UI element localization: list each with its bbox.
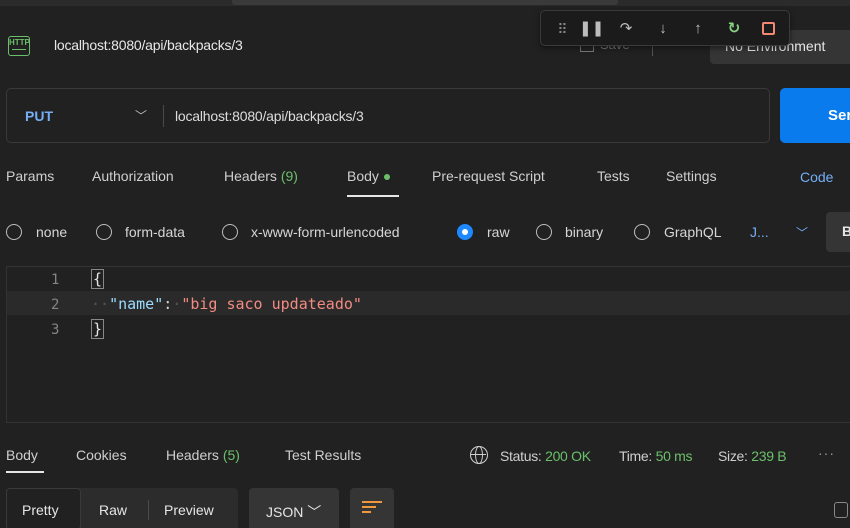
size-value: 239 B	[751, 448, 787, 464]
restart-icon[interactable]: ↻	[725, 20, 743, 38]
step-into-icon[interactable]: ↓	[654, 20, 672, 38]
radio-raw[interactable]	[457, 224, 473, 240]
radio-urlencoded[interactable]	[222, 224, 238, 240]
response-size[interactable]: Size: 239 B	[718, 448, 787, 464]
radio-none[interactable]	[6, 224, 22, 240]
chevron-down-icon[interactable]: ﹀	[796, 224, 808, 241]
wrap-lines-icon	[362, 501, 382, 515]
body-type-options: none form-data x-www-form-urlencoded raw…	[0, 220, 850, 250]
tab-body-label: Body	[347, 168, 379, 184]
divider	[163, 105, 164, 127]
time-label: Time:	[619, 448, 652, 464]
view-pretty-button[interactable]: Pretty	[22, 502, 59, 518]
response-time[interactable]: Time: 50 ms	[619, 448, 693, 464]
code-line-2[interactable]: ··"name":·"big saco updateado"	[91, 295, 362, 313]
response-format-value: JSON	[266, 504, 304, 520]
response-view-bar: Pretty Raw Preview JSON ﹀	[0, 488, 850, 528]
beautify-button-label: B	[842, 223, 850, 239]
size-label: Size:	[718, 448, 748, 464]
time-value: 50 ms	[655, 448, 693, 464]
active-tab-indicator	[6, 471, 44, 473]
whitespace-marker: ·	[172, 295, 182, 313]
status-value: 200 OK	[545, 448, 591, 464]
tab-params[interactable]: Params	[6, 168, 54, 184]
status-label: Status:	[500, 448, 542, 464]
url-input[interactable]: localhost:8080/api/backpacks/3	[175, 108, 364, 124]
tab-prerequest-script[interactable]: Pre-request Script	[432, 168, 545, 184]
code-snippet-link[interactable]: Code	[800, 169, 833, 185]
code-line-3[interactable]: }	[91, 319, 105, 339]
response-tab-headers-label: Headers	[166, 447, 219, 463]
window-top-handle	[232, 0, 618, 5]
radio-urlencoded-label[interactable]: x-www-form-urlencoded	[251, 224, 400, 240]
copy-icon[interactable]	[834, 502, 848, 518]
stop-icon[interactable]	[759, 20, 777, 38]
radio-binary-label[interactable]: binary	[565, 224, 603, 240]
tab-headers[interactable]: Headers (9)	[224, 168, 298, 184]
response-tab-headers-count: (5)	[222, 447, 240, 463]
debug-toolbar: ⠿ ❚❚ ↷ ↓ ↑ ↻	[540, 10, 790, 46]
http-request-icon: HTTP	[8, 36, 30, 56]
response-tab-headers[interactable]: Headers (5)	[166, 447, 240, 463]
response-format-label: JSON ﹀	[266, 502, 321, 522]
tab-headers-count: (9)	[280, 168, 298, 184]
radio-none-label[interactable]: none	[36, 224, 67, 240]
method-selector[interactable]: PUT	[25, 108, 53, 124]
tab-tests[interactable]: Tests	[597, 168, 630, 184]
tab-body[interactable]: Body	[347, 168, 390, 184]
view-preview-button[interactable]: Preview	[164, 502, 214, 518]
request-tabs: Params Authorization Headers (9) Body Pr…	[0, 166, 850, 202]
tab-authorization[interactable]: Authorization	[92, 168, 174, 184]
code-line-1[interactable]: {	[91, 269, 105, 289]
radio-binary[interactable]	[536, 224, 552, 240]
response-status[interactable]: Status: 200 OK	[500, 448, 591, 464]
active-dot-icon	[383, 174, 390, 181]
response-tabs: Body Cookies Headers (5) Test Results St…	[0, 443, 850, 473]
globe-icon[interactable]	[470, 446, 488, 464]
pause-icon[interactable]: ❚❚	[579, 20, 604, 38]
radio-graphql[interactable]	[634, 224, 650, 240]
line-number: 1	[51, 272, 60, 288]
chevron-down-icon: ﹀	[307, 504, 322, 520]
line-number: 2	[51, 297, 60, 313]
request-body-editor[interactable]: 1 2 3 { ··"name":·"big saco updateado" }	[6, 266, 850, 423]
tab-settings[interactable]: Settings	[666, 168, 717, 184]
drag-handle-icon[interactable]: ⠿	[553, 20, 571, 38]
request-tab-title[interactable]: localhost:8080/api/backpacks/3	[54, 37, 243, 53]
response-tab-cookies[interactable]: Cookies	[76, 447, 127, 463]
step-out-icon[interactable]: ↑	[689, 20, 707, 38]
radio-form-data-label[interactable]: form-data	[125, 224, 185, 240]
line-number: 3	[51, 322, 60, 338]
tab-headers-label: Headers	[224, 168, 277, 184]
radio-form-data[interactable]	[96, 224, 112, 240]
step-over-icon[interactable]: ↷	[617, 20, 635, 38]
window-top-strip	[0, 0, 850, 6]
view-raw-button[interactable]: Raw	[99, 502, 127, 518]
more-options-icon[interactable]: ···	[818, 445, 835, 461]
send-button-label: Send	[828, 107, 850, 124]
divider	[148, 500, 149, 520]
active-tab-indicator	[347, 195, 399, 197]
radio-raw-label[interactable]: raw	[487, 224, 510, 240]
response-tab-test-results[interactable]: Test Results	[285, 447, 361, 463]
json-brace: }	[91, 319, 105, 339]
raw-format-selector[interactable]: J...	[750, 224, 769, 240]
json-brace: {	[91, 269, 105, 289]
url-bar: PUT ﹀ localhost:8080/api/backpacks/3	[6, 88, 770, 143]
whitespace-marker: ··	[91, 295, 110, 313]
radio-graphql-label[interactable]: GraphQL	[664, 224, 722, 240]
chevron-down-icon[interactable]: ﹀	[135, 107, 147, 124]
json-value: "big saco updateado"	[181, 295, 362, 313]
json-key: "name"	[109, 295, 164, 313]
json-colon: :	[163, 295, 173, 313]
response-tab-body[interactable]: Body	[6, 447, 38, 463]
